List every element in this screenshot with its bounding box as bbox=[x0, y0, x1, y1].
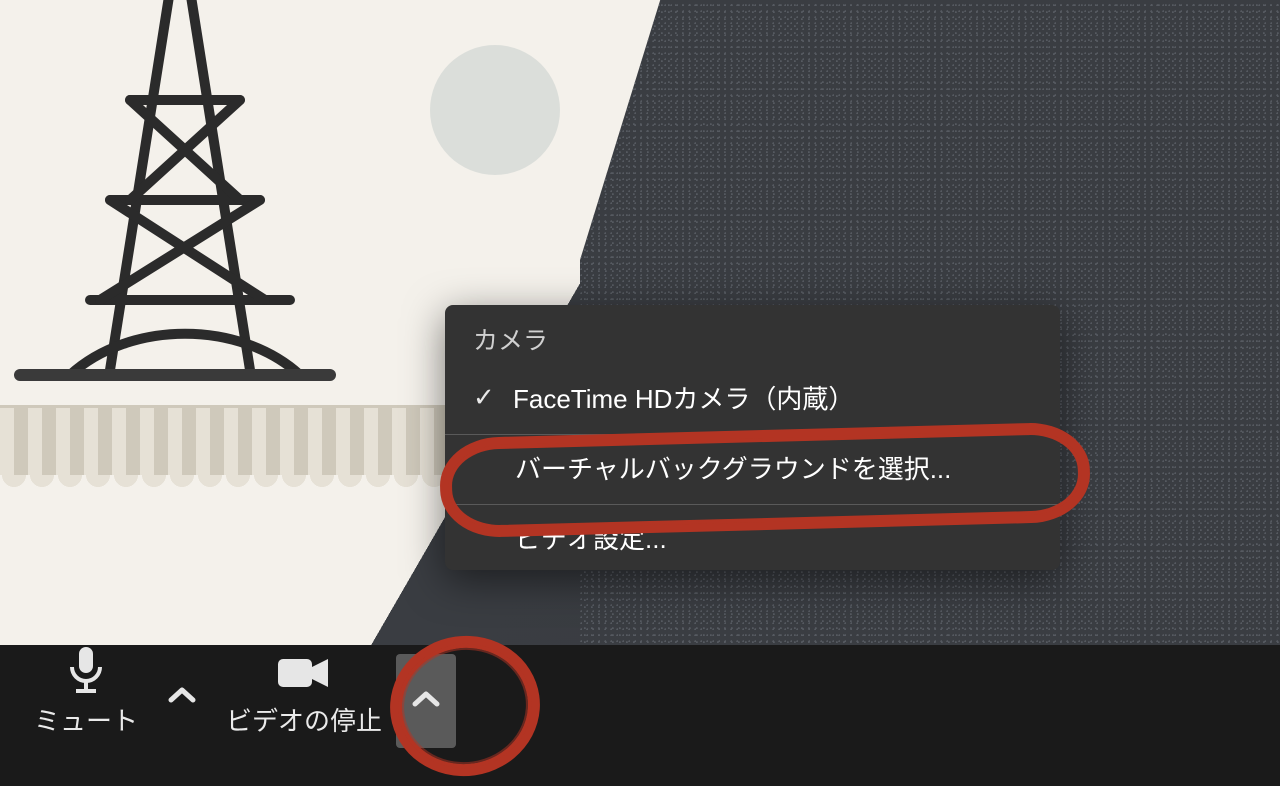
video-group: ビデオの停止 bbox=[212, 650, 456, 744]
stop-video-label: ビデオの停止 bbox=[226, 701, 382, 738]
background-shape bbox=[430, 45, 560, 175]
check-icon: ✓ bbox=[473, 382, 499, 413]
lace-pattern bbox=[0, 405, 450, 475]
menu-section-camera: カメラ bbox=[445, 305, 1060, 369]
menu-item-label: バーチャルバックグラウンドを選択... bbox=[515, 449, 951, 486]
menu-item-label: ビデオ設定... bbox=[515, 519, 667, 556]
chevron-up-icon bbox=[411, 689, 441, 714]
camera-icon bbox=[274, 651, 334, 695]
video-options-menu: カメラ ✓ FaceTime HDカメラ（内蔵） バーチャルバックグラウンドを選… bbox=[445, 305, 1060, 570]
menu-divider bbox=[445, 434, 1060, 435]
mute-button[interactable]: ミュート bbox=[20, 643, 152, 744]
mute-label: ミュート bbox=[34, 701, 138, 738]
chevron-up-icon bbox=[167, 685, 197, 710]
menu-item-virtual-background[interactable]: バーチャルバックグラウンドを選択... bbox=[445, 439, 1060, 500]
menu-item-label: FaceTime HDカメラ（内蔵） bbox=[513, 379, 854, 416]
video-options-caret[interactable] bbox=[396, 654, 456, 748]
menu-divider bbox=[445, 504, 1060, 505]
microphone-icon bbox=[64, 643, 108, 695]
eiffel-tower-drawing bbox=[0, 0, 380, 410]
audio-options-caret[interactable] bbox=[152, 650, 212, 744]
menu-item-video-settings[interactable]: ビデオ設定... bbox=[445, 509, 1060, 570]
menu-item-facetime-camera[interactable]: ✓ FaceTime HDカメラ（内蔵） bbox=[445, 369, 1060, 430]
stop-video-button[interactable]: ビデオの停止 bbox=[212, 651, 396, 744]
mute-group: ミュート bbox=[20, 643, 212, 744]
zoom-toolbar: ミュート ビデオの停止 bbox=[0, 644, 476, 744]
